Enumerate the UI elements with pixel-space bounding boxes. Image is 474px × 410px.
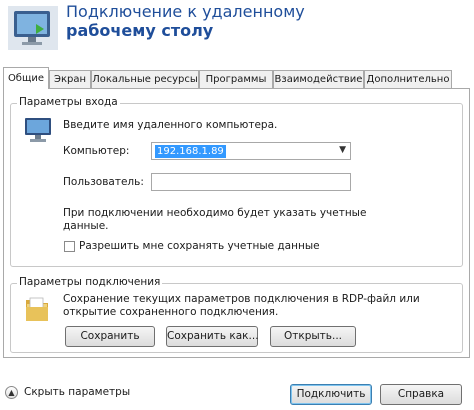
dialog-header: Подключение к удаленному рабочему столу bbox=[0, 0, 474, 66]
folder-icon bbox=[23, 294, 51, 324]
user-label: Пользователь: bbox=[63, 176, 144, 188]
title-line-1: Подключение к удаленному bbox=[66, 2, 305, 21]
tab-general[interactable]: Общие bbox=[3, 67, 49, 89]
credentials-note-line-2: данные. bbox=[63, 220, 109, 232]
hide-options-link[interactable]: Скрыть параметры bbox=[24, 386, 130, 398]
computer-combobox[interactable]: 192.168.1.89 ▼ bbox=[151, 142, 351, 160]
tab-local-resources[interactable]: Локальные ресурсы bbox=[91, 70, 199, 88]
instruction-text: Введите имя удаленного компьютера. bbox=[63, 119, 278, 131]
save-credentials-label[interactable]: Разрешить мне сохранять учетные данные bbox=[79, 240, 320, 252]
open-button[interactable]: Открыть... bbox=[270, 326, 356, 347]
remote-desktop-icon bbox=[8, 6, 58, 50]
tab-advanced[interactable]: Дополнительно bbox=[364, 70, 452, 88]
credentials-note-line-1: При подключении необходимо будет указать… bbox=[63, 207, 367, 219]
logon-settings-legend: Параметры входа bbox=[17, 96, 120, 108]
user-field[interactable] bbox=[151, 173, 351, 191]
tab-programs[interactable]: Программы bbox=[199, 70, 273, 88]
computer-icon bbox=[23, 116, 53, 144]
chevron-down-icon[interactable]: ▼ bbox=[339, 145, 346, 155]
title-line-2: рабочему столу bbox=[66, 21, 214, 40]
connection-desc-line-2: открытие сохраненного подключения. bbox=[63, 306, 279, 318]
connect-button[interactable]: Подключить bbox=[290, 384, 372, 405]
logon-settings-group: Параметры входа Введите имя удаленного к… bbox=[10, 96, 463, 267]
connection-settings-group: Параметры подключения Сохранение текущих… bbox=[10, 276, 463, 353]
save-as-button[interactable]: Сохранить как... bbox=[166, 326, 259, 347]
help-button[interactable]: Справка bbox=[380, 384, 462, 405]
connection-settings-legend: Параметры подключения bbox=[17, 276, 163, 288]
tab-panel-general: Параметры входа Введите имя удаленного к… bbox=[3, 88, 470, 358]
tab-experience[interactable]: Взаимодействие bbox=[273, 70, 364, 88]
collapse-options-icon[interactable]: ▲ bbox=[5, 386, 18, 399]
computer-value: 192.168.1.89 bbox=[155, 145, 226, 158]
save-credentials-checkbox[interactable] bbox=[64, 241, 75, 252]
tab-display[interactable]: Экран bbox=[49, 70, 91, 88]
computer-label: Компьютер: bbox=[63, 145, 130, 157]
connection-desc-line-1: Сохранение текущих параметров подключени… bbox=[63, 293, 420, 305]
save-button[interactable]: Сохранить bbox=[65, 326, 155, 347]
